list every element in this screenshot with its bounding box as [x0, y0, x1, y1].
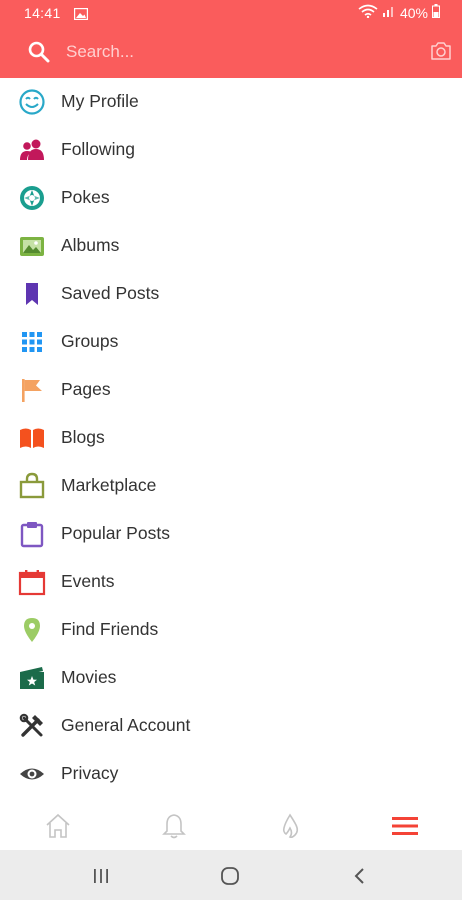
tools-icon: [18, 712, 46, 740]
search-bar: [0, 26, 462, 78]
eye-icon: [18, 760, 46, 788]
flag-icon: [18, 376, 46, 404]
menu-item-blogs[interactable]: Blogs: [0, 414, 462, 462]
bag-icon: [18, 472, 46, 500]
location-pin-icon: [18, 616, 46, 644]
menu-item-label: Events: [61, 571, 115, 591]
clipboard-icon: [18, 520, 46, 548]
menu-item-label: Pokes: [61, 187, 110, 207]
menu-item-marketplace[interactable]: Marketplace: [0, 462, 462, 510]
camera-icon[interactable]: [430, 41, 452, 66]
menu-item-label: My Profile: [61, 91, 139, 111]
menu-item-popular-posts[interactable]: Popular Posts: [0, 510, 462, 558]
menu-item-label: Albums: [61, 235, 120, 255]
menu-icon[interactable]: [390, 812, 420, 840]
menu-item-movies[interactable]: Movies: [0, 654, 462, 702]
flame-icon[interactable]: [275, 812, 305, 840]
menu-item-following[interactable]: Following: [0, 126, 462, 174]
back-icon[interactable]: [346, 864, 374, 888]
menu-item-label: Following: [61, 139, 135, 159]
calendar-icon: [18, 568, 46, 596]
recents-icon[interactable]: [87, 864, 115, 888]
image-icon: [18, 232, 46, 260]
gallery-icon: [73, 7, 89, 23]
menu-item-general-account[interactable]: General Account: [0, 702, 462, 750]
menu-item-events[interactable]: Events: [0, 558, 462, 606]
battery-icon: [432, 4, 440, 21]
status-time: 14:41: [24, 5, 61, 21]
menu-item-label: Marketplace: [61, 475, 157, 495]
grid-icon: [18, 328, 46, 356]
book-icon: [18, 424, 46, 452]
menu-item-my-profile[interactable]: My Profile: [0, 78, 462, 126]
menu-item-albums[interactable]: Albums: [0, 222, 462, 270]
people-icon: [18, 136, 46, 164]
menu-item-pages[interactable]: Pages: [0, 366, 462, 414]
bottom-nav: [0, 800, 462, 850]
film-icon: [18, 664, 46, 692]
menu-item-groups[interactable]: Groups: [0, 318, 462, 366]
menu-item-privacy[interactable]: Privacy: [0, 750, 462, 798]
wifi-icon: [358, 4, 378, 21]
menu-item-label: Saved Posts: [61, 283, 160, 303]
menu-item-label: Pages: [61, 379, 111, 399]
search-input[interactable]: [66, 40, 406, 64]
menu-item-find-friends[interactable]: Find Friends: [0, 606, 462, 654]
menu-item-label: Groups: [61, 331, 119, 351]
menu-item-saved-posts[interactable]: Saved Posts: [0, 270, 462, 318]
menu-item-pokes[interactable]: Pokes: [0, 174, 462, 222]
bookmark-icon: [18, 280, 46, 308]
menu-item-label: Find Friends: [61, 619, 159, 639]
home-circle-icon[interactable]: [216, 864, 244, 888]
search-icon[interactable]: [28, 41, 50, 68]
status-bar: 14:41 40%: [0, 0, 462, 26]
bell-icon[interactable]: [159, 812, 189, 840]
menu-item-label: Movies: [61, 667, 117, 687]
home-icon[interactable]: [43, 812, 73, 840]
menu-item-label: Popular Posts: [61, 523, 170, 543]
aperture-icon: [18, 184, 46, 212]
battery-percent: 40%: [399, 4, 428, 21]
menu-item-label: Blogs: [61, 427, 105, 447]
menu-list: My Profile Following Pokes Albums Saved …: [0, 78, 462, 798]
smiley-icon: [18, 88, 46, 116]
system-nav-bar: [0, 850, 462, 900]
signal-icon: [382, 4, 396, 21]
menu-item-label: Privacy: [61, 763, 119, 783]
menu-item-label: General Account: [61, 715, 191, 735]
